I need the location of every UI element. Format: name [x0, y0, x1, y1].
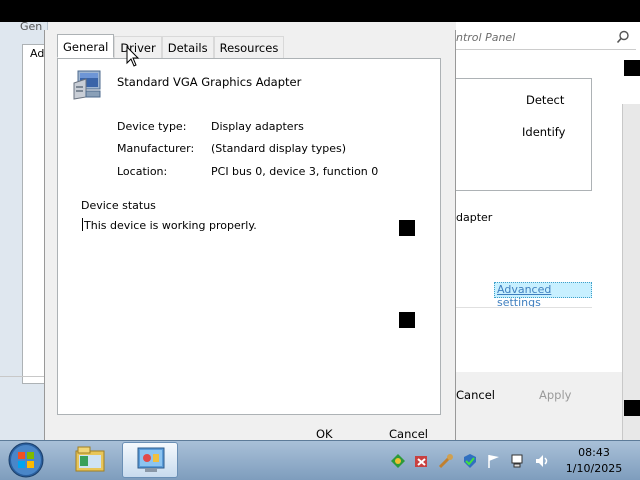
- property-label: Location:: [117, 165, 168, 178]
- identify-button[interactable]: Identify: [522, 125, 565, 139]
- ok-button[interactable]: OK: [316, 427, 333, 441]
- device-status-label: Device status: [81, 199, 156, 212]
- search-icon[interactable]: [616, 30, 630, 44]
- error-notification-icon[interactable]: [414, 453, 430, 469]
- search-placeholder: ntrol Panel: [456, 31, 516, 44]
- device-status-text: This device is working properly.: [84, 219, 257, 232]
- tab-general[interactable]: General: [57, 34, 115, 58]
- background-button-bar: [456, 372, 640, 440]
- text-caret: [82, 218, 83, 231]
- detect-button[interactable]: Detect: [526, 93, 564, 107]
- background-divider: [0, 376, 48, 377]
- control-panel-icon: [137, 447, 165, 472]
- background-apply-button[interactable]: Apply: [539, 388, 571, 402]
- scroll-up-arrow[interactable]: [624, 60, 640, 76]
- background-cancel-button[interactable]: Cancel: [456, 388, 495, 402]
- property-value: Display adapters: [211, 120, 304, 133]
- property-label: Manufacturer:: [117, 142, 195, 155]
- background-separator: [456, 307, 592, 308]
- network-shield-icon[interactable]: [390, 453, 406, 469]
- device-name: Standard VGA Graphics Adapter: [117, 75, 302, 89]
- property-value: (Standard display types): [211, 142, 346, 155]
- control-panel-search-box[interactable]: ntrol Panel: [456, 26, 636, 50]
- advanced-settings-link[interactable]: Advanced settings: [494, 282, 592, 309]
- device-status-textbox[interactable]: This device is working properly.: [80, 213, 420, 323]
- windows-start-orb[interactable]: [6, 441, 46, 479]
- properties-tabs: General Driver Details Resources: [57, 34, 285, 58]
- background-inner-label: Ad: [30, 47, 45, 60]
- taskbar-item-control-panel[interactable]: [122, 442, 178, 478]
- explorer-folder-icon: [75, 446, 105, 472]
- display-adapter-fragment: dapter: [456, 211, 493, 224]
- display-adapter-icon: [73, 70, 101, 100]
- property-label: Device type:: [117, 120, 187, 133]
- network-icon[interactable]: [510, 453, 526, 469]
- device-properties-dialog: General Driver Details Resources Standar…: [44, 30, 456, 450]
- status-scroll-up-arrow[interactable]: [399, 220, 415, 236]
- cancel-button[interactable]: Cancel: [389, 427, 428, 441]
- property-value: PCI bus 0, device 3, function 0: [211, 165, 379, 178]
- scroll-down-arrow[interactable]: [624, 400, 640, 416]
- mouse-cursor-icon: [126, 46, 140, 67]
- background-window-title: Gen: [20, 20, 43, 33]
- tab-resources[interactable]: Resources: [213, 36, 285, 58]
- taskbar-item-explorer[interactable]: [62, 442, 118, 478]
- clock-date[interactable]: 1/10/2025: [562, 462, 626, 475]
- background-scrollbar[interactable]: [622, 104, 640, 440]
- volume-icon[interactable]: [534, 453, 550, 469]
- status-scroll-down-arrow[interactable]: [399, 312, 415, 328]
- action-center-flag-icon[interactable]: [486, 453, 502, 469]
- clock-time[interactable]: 08:43: [574, 446, 614, 459]
- general-tab-panel: Standard VGA Graphics Adapter Device typ…: [57, 58, 441, 415]
- security-check-icon[interactable]: [462, 453, 478, 469]
- tab-details[interactable]: Details: [161, 36, 214, 58]
- tools-icon[interactable]: [438, 453, 454, 469]
